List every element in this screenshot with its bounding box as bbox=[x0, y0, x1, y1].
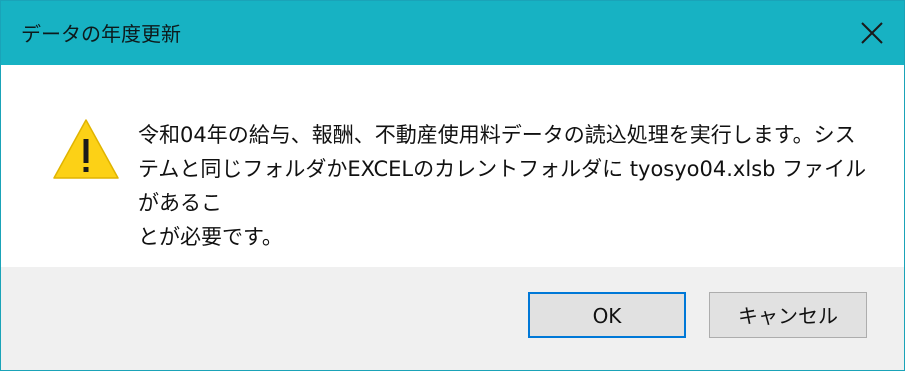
cancel-button[interactable]: キャンセル bbox=[709, 292, 867, 338]
close-icon bbox=[861, 22, 883, 44]
close-button[interactable] bbox=[840, 1, 904, 65]
message-text: 令和04年の給与、報酬、不動産使用料データの読込処理を実行します。シス テムと同… bbox=[138, 123, 867, 249]
title-bar[interactable]: データの年度更新 bbox=[1, 1, 904, 65]
window-title: データの年度更新 bbox=[21, 22, 181, 46]
ok-button[interactable]: OK bbox=[528, 292, 686, 338]
dialog-content: 令和04年の給与、報酬、不動産使用料データの読込処理を実行します。シス テムと同… bbox=[1, 65, 904, 267]
warning-icon bbox=[53, 119, 119, 179]
message-dialog: データの年度更新 令和04年の給与、報酬、不動産使用料データの読込処理を実行しま… bbox=[0, 0, 905, 371]
button-bar: OK キャンセル bbox=[1, 267, 904, 370]
